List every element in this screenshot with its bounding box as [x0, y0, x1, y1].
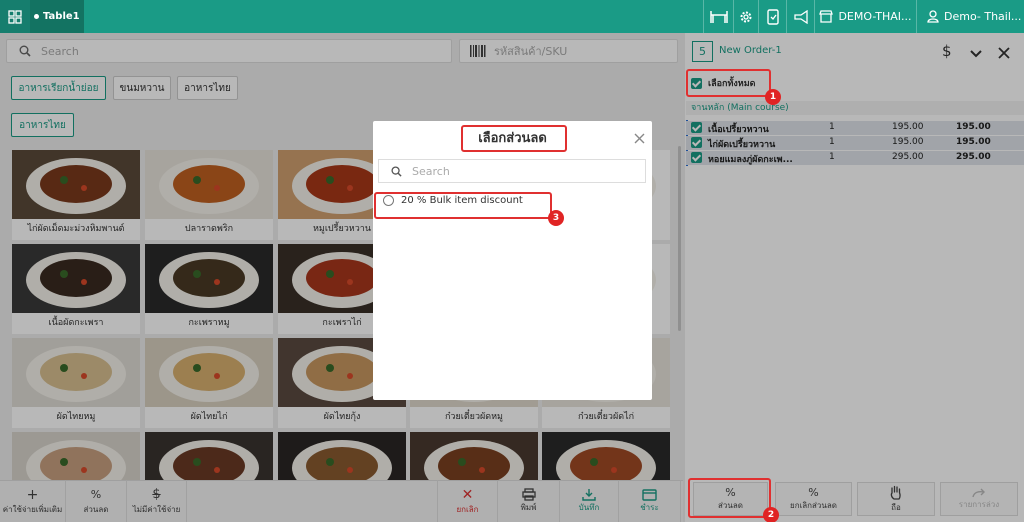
user-icon	[927, 10, 939, 23]
apps-grid-icon[interactable]	[0, 0, 30, 33]
highlight-modal-title	[461, 125, 567, 152]
table-layout-icon[interactable]	[703, 0, 733, 33]
modal-search-input[interactable]: Search	[378, 159, 646, 183]
highlight-discount-button	[688, 478, 771, 518]
branch-name: DEMO-THAI...	[838, 10, 912, 23]
announcement-megaphone-icon[interactable]	[786, 0, 814, 33]
search-icon	[391, 165, 402, 177]
settings-gear-icon[interactable]	[733, 0, 758, 33]
discount-modal: เลือกส่วนลด Search 20 % Bulk item discou…	[373, 121, 652, 400]
store-icon	[819, 10, 834, 23]
user-menu[interactable]: Demo- Thail...	[916, 0, 1024, 33]
table-tab[interactable]: Table1	[30, 0, 84, 33]
step-badge-1: 1	[765, 89, 781, 105]
table-tab-label: Table1	[43, 11, 80, 22]
step-badge-2: 2	[763, 507, 779, 522]
user-name: Demo- Thail...	[944, 10, 1022, 23]
branch-selector[interactable]: DEMO-THAI...	[814, 0, 916, 33]
step-badge-3: 3	[548, 210, 564, 226]
modal-search-placeholder: Search	[412, 164, 450, 178]
mobile-order-icon[interactable]	[758, 0, 786, 33]
table-status-dot	[34, 14, 39, 19]
highlight-select-all	[686, 69, 771, 97]
highlight-discount-option	[374, 192, 552, 219]
top-bar: Table1 DEMO-THAI... Demo- Thail...	[0, 0, 1024, 33]
modal-close-icon[interactable]	[634, 129, 645, 148]
